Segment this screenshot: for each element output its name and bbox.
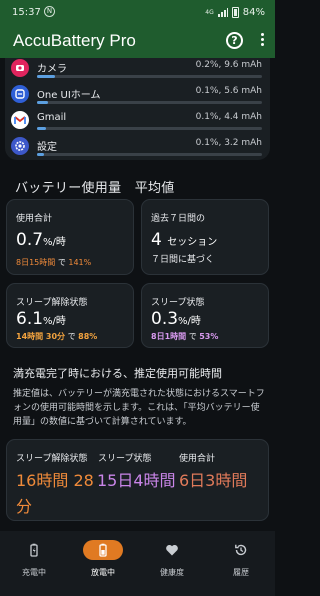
status-right: 4G 84% [205, 7, 265, 18]
usage-bar-fill [37, 101, 49, 104]
estimate-description: 推定値は、バッテリーが満充電された状態におけるスマートフォンの使用可能時間を示し… [13, 389, 265, 427]
nav-label: 健康度 [160, 568, 184, 577]
app-usage: 0.1%, 3.2 mAh [195, 138, 262, 148]
card-label: 使用合計 [16, 214, 53, 224]
usage-bar [37, 127, 262, 130]
usage-bar [37, 101, 262, 104]
app-bar: AccuBattery Pro ? [0, 26, 275, 58]
nav-label: 放電中 [91, 568, 115, 577]
card-value: 6.1%/時 [16, 309, 66, 329]
history-icon [221, 540, 261, 560]
nav-charging[interactable]: 充電中 [0, 531, 68, 596]
charging-icon [14, 540, 54, 560]
estimate-sleep-value: 15日4時間 [97, 471, 176, 490]
battery-percent: 84% [242, 7, 265, 18]
card-label: スリープ解除状態 [16, 298, 88, 308]
estimate-combined-label: 使用合計 [179, 454, 216, 464]
total-usage-card[interactable]: 使用合計 0.7%/時 8日15時間 で 141% [6, 199, 134, 275]
card-value: 0.3%/時 [151, 309, 201, 329]
nav-label: 充電中 [22, 568, 46, 577]
card-label: スリープ状態 [151, 298, 205, 308]
estimate-combined-value: 6日3時間 [179, 471, 248, 490]
nav-history[interactable]: 履歴 [207, 531, 275, 596]
estimate-sleep-label: スリープ状態 [98, 454, 152, 464]
card-detail: 8日1時間 で 53% [151, 332, 219, 341]
discharging-icon [83, 540, 123, 560]
status-bar: 15:37 N 4G 84% [0, 0, 275, 26]
app-title: AccuBattery Pro [13, 31, 136, 50]
card-detail: 8日15時間 で 141% [16, 258, 92, 267]
list-item[interactable]: One UIホーム 0.1%, 5.6 mAh [5, 85, 270, 110]
bottom-navigation: 充電中 放電中 健康度 履歴 [0, 531, 275, 596]
network-type: 4G [205, 9, 214, 16]
card-value: 0.7%/時 [16, 230, 66, 250]
estimate-card[interactable]: スリープ解除状態 スリープ状態 使用合計 16時間 28 15日4時間 6日3時… [6, 439, 269, 521]
status-time: 15:37 [12, 7, 41, 18]
usage-bar-fill [37, 127, 46, 130]
list-item[interactable]: Gmail 0.1%, 4.4 mAh [5, 111, 270, 136]
battery-usage-title: バッテリー使用量 平均値 [15, 181, 175, 196]
card-detail: 14時間 30分 で 88% [16, 332, 98, 341]
estimate-awake-value: 16時間 28 [16, 471, 94, 490]
usage-bar-fill [37, 75, 55, 78]
card-detail: ７日間に基づく [151, 255, 215, 265]
app-name: 設定 [37, 142, 57, 153]
app-usage: 0.2%, 9.6 mAh [195, 60, 262, 70]
usage-bar [37, 75, 262, 78]
app-usage: 0.1%, 4.4 mAh [195, 112, 262, 122]
card-label: 過去７日間の [151, 214, 206, 224]
signal-icon [217, 8, 228, 17]
estimate-awake-value-cont: 分 [16, 497, 33, 516]
app-name: カメラ [37, 64, 67, 75]
app-usage-list: カメラ 0.2%, 9.6 mAh One UIホーム 0.1%, 5.6 mA… [5, 58, 270, 160]
app-usage: 0.1%, 5.6 mAh [195, 86, 262, 96]
notification-icon: N [44, 6, 55, 17]
help-icon[interactable]: ? [226, 32, 243, 49]
card-value: 4 セッション [151, 230, 218, 250]
more-options-icon[interactable] [259, 33, 265, 49]
estimate-awake-label: スリープ解除状態 [16, 454, 88, 464]
app-name: One UIホーム [37, 90, 101, 101]
usage-bar-fill [37, 153, 44, 156]
one-ui-home-icon [11, 85, 29, 103]
settings-icon [11, 137, 29, 155]
awake-usage-card[interactable]: スリープ解除状態 6.1%/時 14時間 30分 で 88% [6, 283, 134, 348]
gmail-icon [11, 111, 29, 129]
estimate-title: 満充電完了時における、推定使用可能時間 [13, 367, 222, 380]
nav-discharging[interactable]: 放電中 [69, 531, 137, 596]
heart-icon [152, 540, 192, 560]
battery-icon [231, 7, 239, 18]
list-item[interactable]: カメラ 0.2%, 9.6 mAh [5, 59, 270, 84]
sleep-usage-card[interactable]: スリープ状態 0.3%/時 8日1時間 で 53% [141, 283, 269, 348]
usage-bar [37, 153, 262, 156]
camera-icon [11, 59, 29, 77]
nav-health[interactable]: 健康度 [138, 531, 206, 596]
nav-label: 履歴 [233, 568, 249, 577]
sessions-card[interactable]: 過去７日間の 4 セッション ７日間に基づく [141, 199, 269, 275]
list-item[interactable]: 設定 0.1%, 3.2 mAh [5, 137, 270, 160]
app-name: Gmail [37, 112, 67, 123]
